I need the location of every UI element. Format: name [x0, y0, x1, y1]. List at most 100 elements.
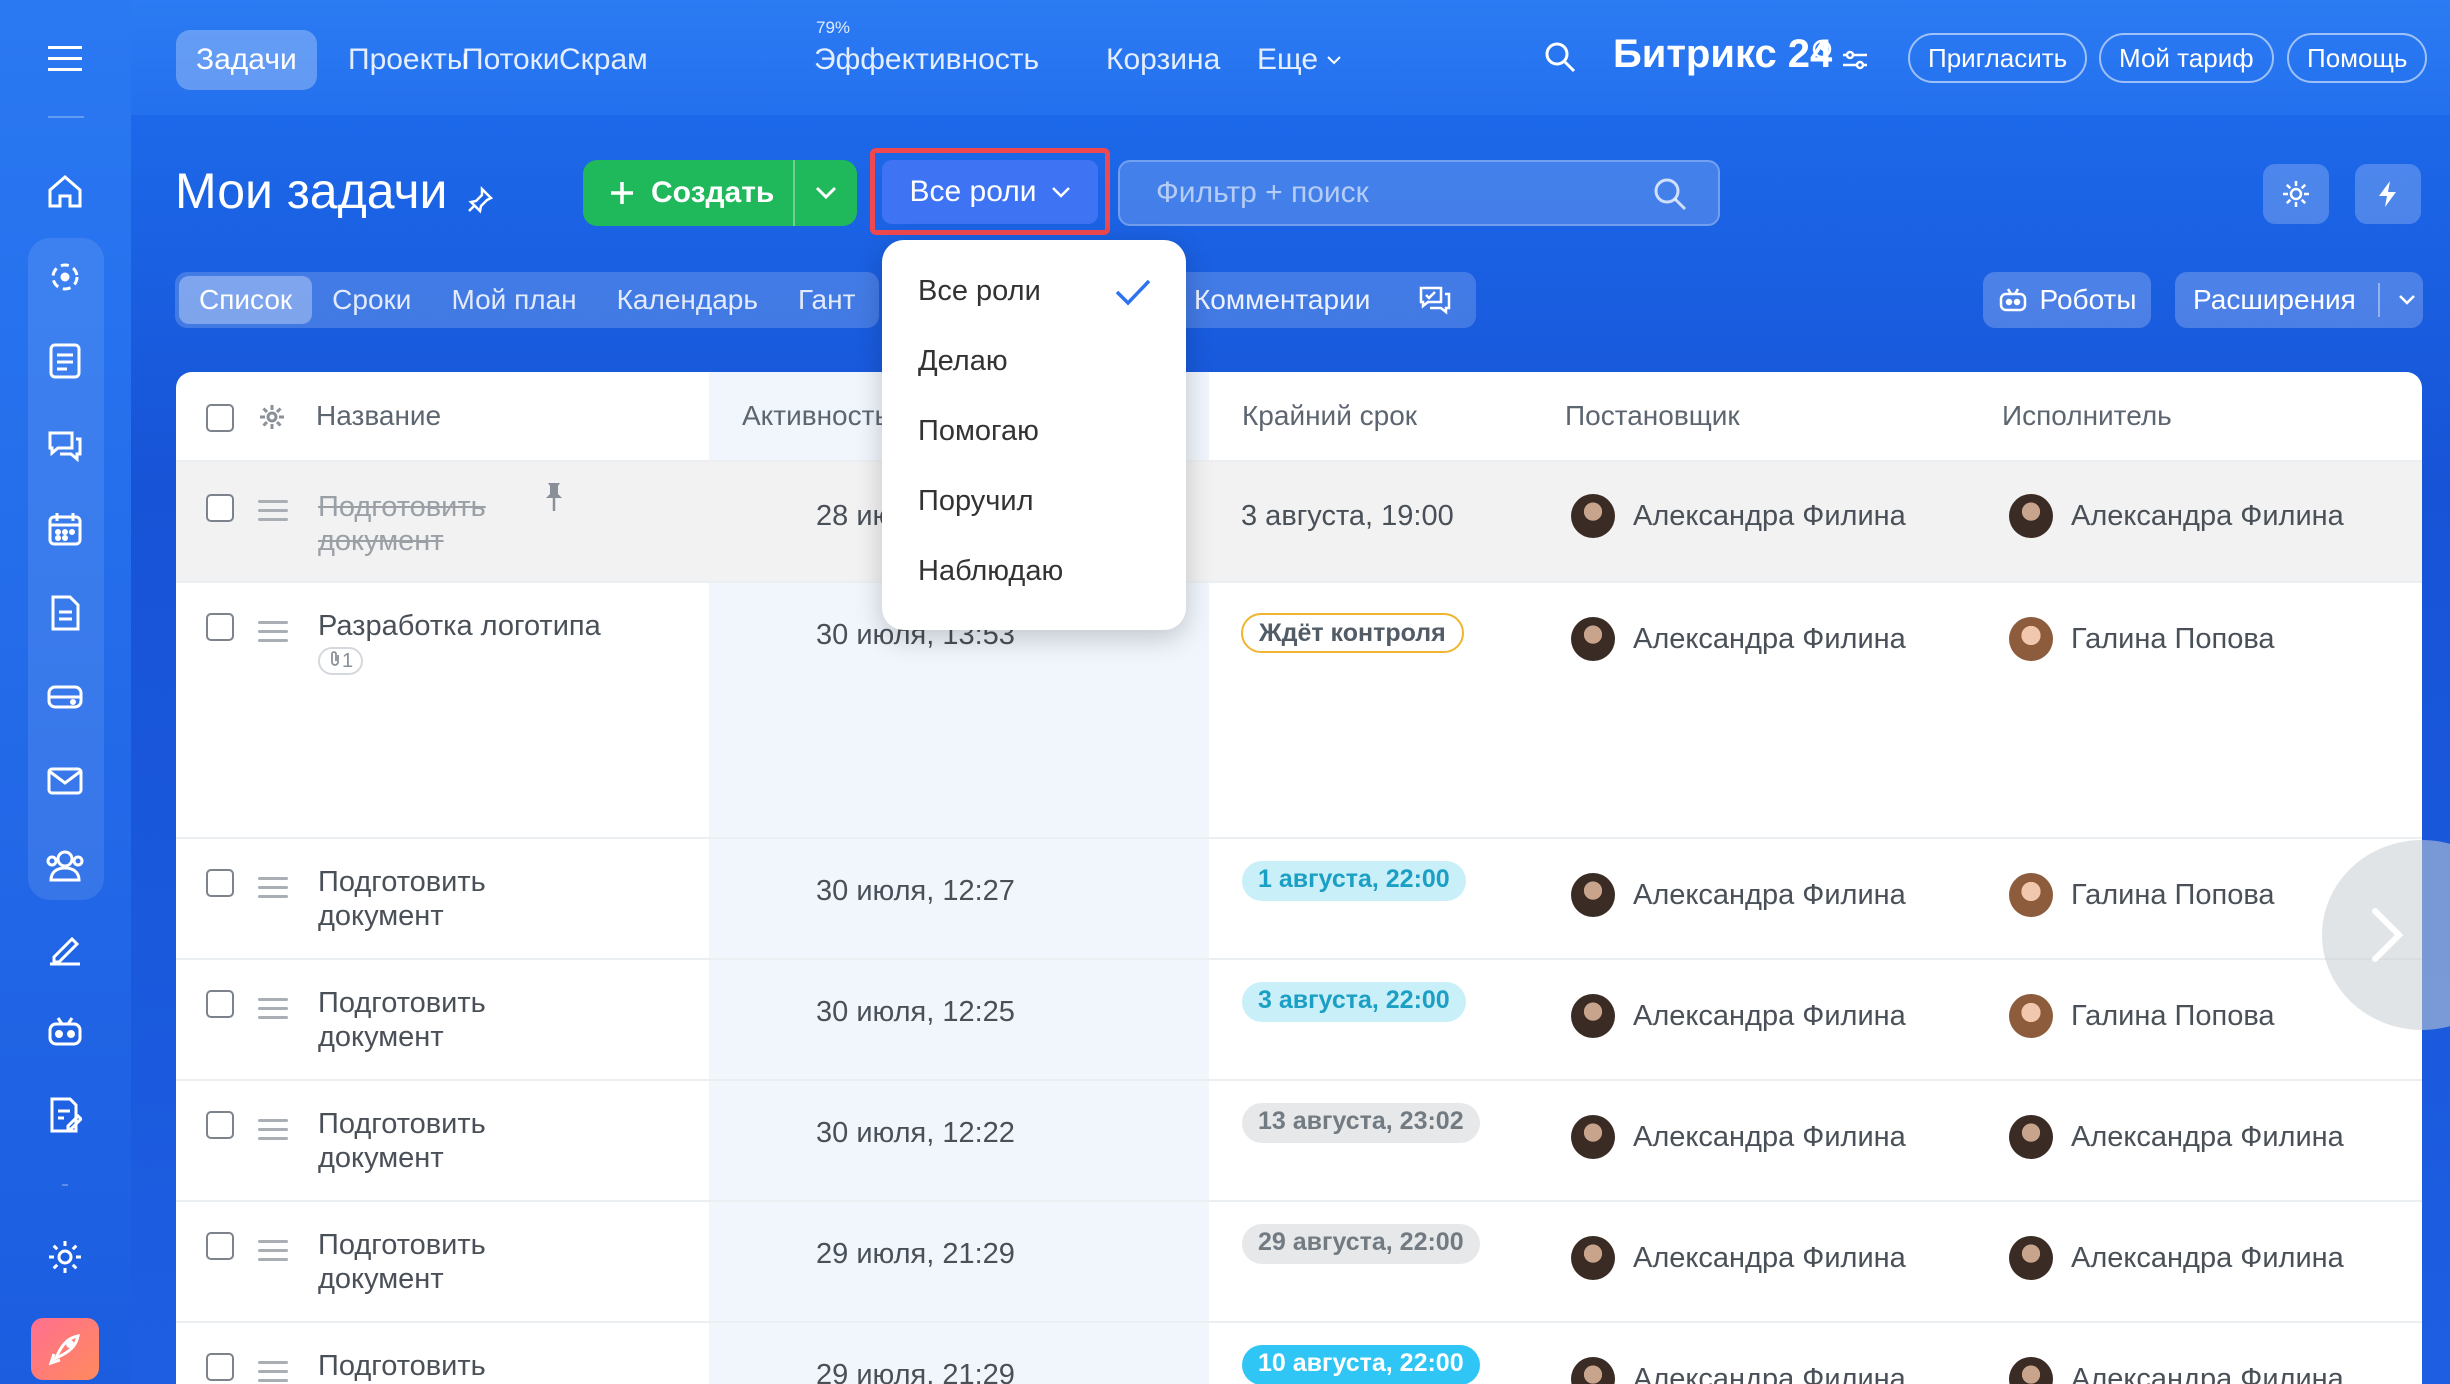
users-icon[interactable] [34, 834, 96, 896]
table-row[interactable]: Подготовить документ 28 июля, 13:10 3 ав… [176, 462, 2422, 583]
drag-handle-icon[interactable] [258, 1361, 288, 1384]
row-checkbox[interactable] [206, 869, 234, 897]
calendar-icon[interactable] [34, 498, 96, 560]
menu-icon[interactable] [34, 28, 96, 90]
chat-icon[interactable] [34, 414, 96, 476]
drag-handle-icon[interactable] [258, 500, 288, 527]
assignee[interactable]: Галина Попова [2009, 994, 2275, 1038]
table-row[interactable]: Разработка логотипа 1 30 июля, 13:53 Ждё… [176, 583, 2422, 839]
drag-handle-icon[interactable] [258, 998, 288, 1025]
search-icon[interactable] [1543, 40, 1577, 79]
robots-button[interactable]: Роботы [1983, 272, 2151, 328]
row-checkbox[interactable] [206, 494, 234, 522]
creator[interactable]: Александра Филина [1571, 1115, 1906, 1159]
col-creator[interactable]: Постановщик [1565, 400, 1740, 432]
deadline-badge[interactable]: 3 августа, 22:00 [1242, 982, 1466, 1022]
extensions-dropdown-toggle[interactable] [2377, 283, 2416, 317]
roles-filter-button[interactable]: Все роли [882, 160, 1098, 224]
table-row[interactable]: Подготовить документ 30 июля, 12:25 3 ав… [176, 960, 2422, 1081]
search-icon[interactable] [1652, 176, 1688, 212]
creator[interactable]: Александра Филина [1571, 617, 1906, 661]
rocket-icon[interactable] [31, 1318, 99, 1380]
task-title[interactable]: Разработка логотипа 1 [318, 609, 618, 677]
drag-handle-icon[interactable] [258, 1119, 288, 1146]
task-title[interactable]: Подготовить документ [318, 986, 548, 1054]
role-option-assigned[interactable]: Поручил [882, 466, 1186, 536]
forms-icon[interactable] [34, 1084, 96, 1146]
create-task-button[interactable]: Создать [583, 160, 857, 226]
deadline-text[interactable]: 3 августа, 19:00 [1241, 500, 1454, 533]
deadline-badge[interactable]: 29 августа, 22:00 [1242, 1224, 1480, 1264]
role-option-watching[interactable]: Наблюдаю [882, 536, 1186, 606]
filter-search-input[interactable]: Фильтр + поиск [1118, 160, 1720, 226]
tab-deadlines[interactable]: Сроки [312, 276, 431, 324]
comments-filter[interactable]: Комментарии [1170, 272, 1476, 328]
mail-icon[interactable] [34, 750, 96, 812]
pinned-icon[interactable] [542, 480, 566, 514]
deadline-badge[interactable]: 10 августа, 22:00 [1242, 1345, 1480, 1384]
drag-handle-icon[interactable] [258, 1240, 288, 1267]
settings-gear-icon[interactable] [34, 1226, 96, 1288]
nav-trash[interactable]: Корзина [1086, 30, 1240, 90]
attachment-count[interactable]: 1 [318, 647, 364, 676]
assignee[interactable]: Галина Попова [2009, 873, 2275, 917]
task-title[interactable]: Подготовить документ [318, 490, 548, 558]
settings-button[interactable] [2263, 164, 2329, 224]
table-row[interactable]: Подготовить документ 30 июля, 12:27 1 ав… [176, 839, 2422, 960]
tariff-button[interactable]: Мой тариф [2099, 33, 2274, 83]
assignee[interactable]: Александра Филина [2009, 494, 2344, 538]
row-checkbox[interactable] [206, 1232, 234, 1260]
task-title[interactable]: Подготовить документ [318, 865, 548, 933]
assignee[interactable]: Александра Филина [2009, 1357, 2344, 1384]
extensions-button[interactable]: Расширения [2175, 272, 2423, 328]
role-option-all[interactable]: Все роли [882, 256, 1186, 326]
task-title[interactable]: Подготовить документ [318, 1228, 548, 1296]
assignee[interactable]: Александра Филина [2009, 1115, 2344, 1159]
row-checkbox[interactable] [206, 990, 234, 1018]
nav-more[interactable]: Еще [1237, 30, 1362, 90]
drive-icon[interactable] [34, 666, 96, 728]
pin-icon[interactable] [466, 185, 494, 219]
row-checkbox[interactable] [206, 613, 234, 641]
tab-calendar[interactable]: Календарь [597, 276, 778, 324]
tab-list[interactable]: Список [179, 276, 313, 324]
tasks-icon[interactable] [34, 330, 96, 392]
role-option-helping[interactable]: Помогаю [882, 396, 1186, 466]
creator[interactable]: Александра Филина [1571, 873, 1906, 917]
robot-icon[interactable] [34, 1000, 96, 1062]
tab-gantt[interactable]: Гант [778, 276, 875, 324]
sliders-icon[interactable] [1841, 48, 1869, 77]
row-checkbox[interactable] [206, 1111, 234, 1139]
sign-icon[interactable] [34, 918, 96, 980]
assignee[interactable]: Галина Попова [2009, 617, 2275, 661]
creator[interactable]: Александра Филина [1571, 994, 1906, 1038]
home-icon[interactable] [34, 160, 96, 222]
select-all-checkbox[interactable] [206, 404, 234, 432]
table-row[interactable]: Подготовить документ 30 июля, 12:22 13 а… [176, 1081, 2422, 1202]
row-checkbox[interactable] [206, 1353, 234, 1381]
assignee[interactable]: Александра Филина [2009, 1236, 2344, 1280]
creator[interactable]: Александра Филина [1571, 494, 1906, 538]
table-row[interactable]: Подготовить документ 29 июля, 21:29 10 а… [176, 1323, 2422, 1384]
automation-button[interactable] [2355, 164, 2421, 224]
col-activity[interactable]: Активность [742, 400, 889, 432]
deadline-badge[interactable]: 1 августа, 22:00 [1242, 861, 1466, 901]
role-option-doing[interactable]: Делаю [882, 326, 1186, 396]
feed-icon[interactable] [34, 246, 96, 308]
create-dropdown-toggle[interactable] [793, 160, 857, 226]
create-main[interactable]: Создать [583, 160, 793, 226]
col-name[interactable]: Название [316, 400, 441, 432]
status-badge[interactable]: Ждёт контроля [1241, 613, 1464, 653]
documents-icon[interactable] [34, 582, 96, 644]
invite-button[interactable]: Пригласить [1908, 33, 2088, 83]
task-title[interactable]: Подготовить документ [318, 1107, 548, 1175]
creator[interactable]: Александра Филина [1571, 1357, 1906, 1384]
help-button[interactable]: Помощь [2287, 33, 2428, 83]
tab-my-plan[interactable]: Мой план [431, 276, 596, 324]
deadline-badge[interactable]: 13 августа, 23:02 [1242, 1103, 1480, 1143]
nav-scrum[interactable]: Скрам [539, 30, 668, 90]
drag-handle-icon[interactable] [258, 621, 288, 648]
col-assignee[interactable]: Исполнитель [2002, 400, 2172, 432]
task-title[interactable]: Подготовить документ [318, 1349, 548, 1384]
drag-handle-icon[interactable] [258, 877, 288, 904]
